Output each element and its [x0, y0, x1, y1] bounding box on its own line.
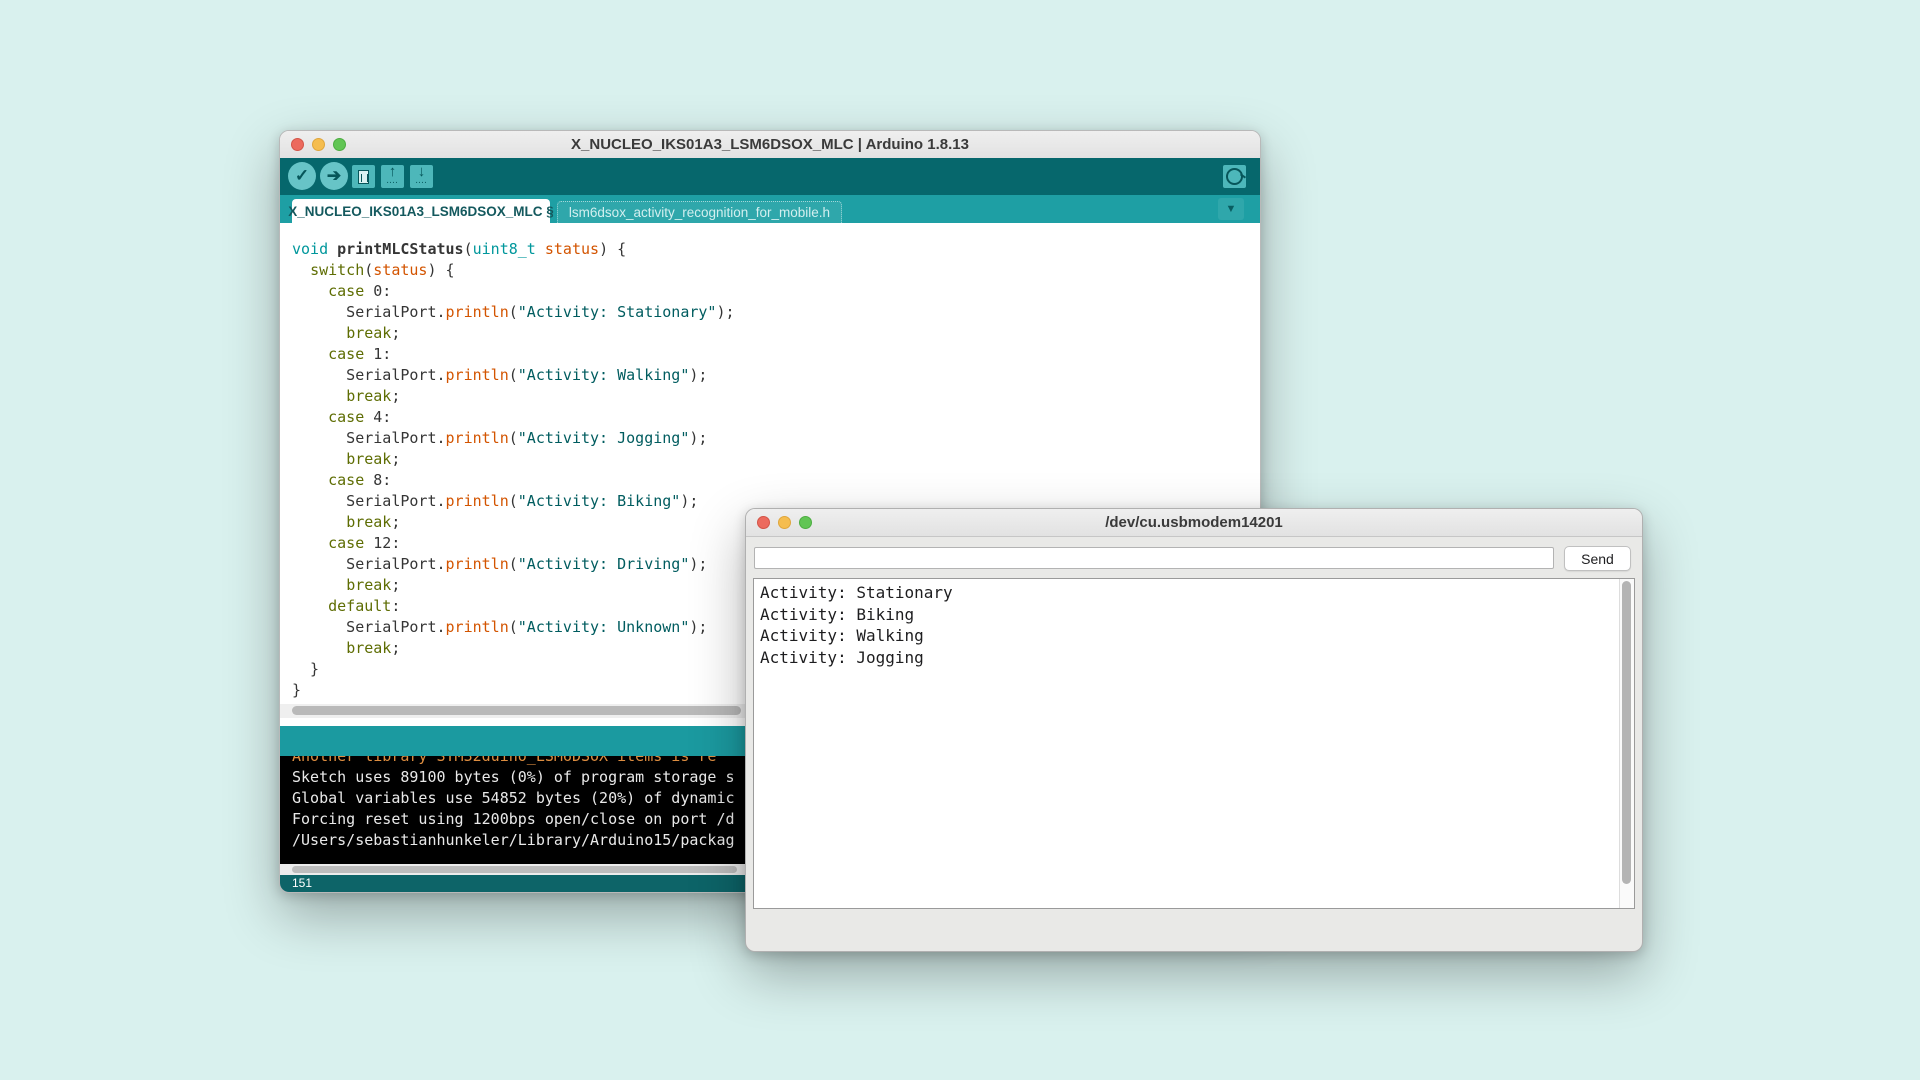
check-icon: ✓	[295, 166, 309, 186]
ide-traffic-lights	[291, 138, 346, 151]
monitor-titlebar[interactable]: /dev/cu.usbmodem14201	[746, 509, 1642, 537]
serial-monitor-window: /dev/cu.usbmodem14201 Send Activity: Sta…	[745, 508, 1643, 952]
scrollbar-thumb[interactable]	[292, 706, 741, 715]
monitor-traffic-lights	[757, 516, 812, 529]
zoom-button[interactable]	[799, 516, 812, 529]
minimize-button[interactable]	[778, 516, 791, 529]
arrow-up-icon: ↑ ....	[387, 166, 399, 187]
close-button[interactable]	[291, 138, 304, 151]
ide-toolbar: ✓ ➔ ↑ .... ↓ ....	[280, 158, 1260, 195]
serial-output-area[interactable]: Activity: StationaryActivity: BikingActi…	[753, 578, 1635, 909]
new-sketch-button[interactable]	[352, 165, 375, 188]
serial-output-line: Activity: Biking	[760, 604, 1634, 626]
monitor-bottom-bar: ✓ Autoscroll Show timestamp Carriage ret…	[746, 909, 1642, 951]
serial-vertical-scrollbar[interactable]	[1619, 579, 1634, 908]
document-icon	[358, 170, 369, 184]
code-line: case 8:	[292, 470, 1260, 491]
code-line: SerialPort.println("Activity: Jogging");	[292, 428, 1260, 449]
send-button-label: Send	[1581, 551, 1614, 567]
scrollbar-thumb[interactable]	[292, 866, 737, 873]
close-button[interactable]	[757, 516, 770, 529]
code-line: case 4:	[292, 407, 1260, 428]
serial-output-lines: Activity: StationaryActivity: BikingActi…	[754, 579, 1634, 668]
chevron-down-icon: ▼	[1226, 203, 1237, 215]
magnifier-icon	[1226, 168, 1243, 185]
code-line: case 1:	[292, 344, 1260, 365]
serial-monitor-button[interactable]	[1223, 165, 1246, 188]
cursor-line-number: 151	[292, 876, 312, 890]
code-line: break;	[292, 449, 1260, 470]
arrow-right-icon: ➔	[327, 166, 341, 186]
code-line: switch(status) {	[292, 260, 1260, 281]
monitor-window-title: /dev/cu.usbmodem14201	[1105, 514, 1283, 531]
serial-output-line: Activity: Jogging	[760, 647, 1634, 669]
code-line: SerialPort.println("Activity: Stationary…	[292, 302, 1260, 323]
serial-output-line: Activity: Stationary	[760, 582, 1634, 604]
tab-sketch[interactable]: X_NUCLEO_IKS01A3_LSM6DSOX_MLC §	[292, 199, 550, 223]
code-line: break;	[292, 386, 1260, 407]
ide-titlebar[interactable]: X_NUCLEO_IKS01A3_LSM6DSOX_MLC | Arduino …	[280, 131, 1260, 159]
minimize-button[interactable]	[312, 138, 325, 151]
zoom-button[interactable]	[333, 138, 346, 151]
code-line: SerialPort.println("Activity: Walking");	[292, 365, 1260, 386]
serial-output-line: Activity: Walking	[760, 625, 1634, 647]
tab-header-file[interactable]: lsm6dsox_activity_recognition_for_mobile…	[557, 201, 842, 223]
send-button[interactable]: Send	[1564, 546, 1631, 571]
ide-tab-strip: lsm6dsox_activity_recognition_for_mobile…	[280, 195, 1260, 223]
save-button[interactable]: ↓ ....	[410, 165, 433, 188]
upload-button[interactable]: ➔	[320, 162, 348, 190]
code-line: break;	[292, 323, 1260, 344]
ide-window-title: X_NUCLEO_IKS01A3_LSM6DSOX_MLC | Arduino …	[571, 136, 969, 153]
desktop: { "page": {"background": "#d9f1ee"}, "id…	[0, 0, 1920, 1080]
code-line: case 0:	[292, 281, 1260, 302]
verify-button[interactable]: ✓	[288, 162, 316, 190]
code-line: void printMLCStatus(uint8_t status) {	[292, 239, 1260, 260]
open-button[interactable]: ↑ ....	[381, 165, 404, 188]
tab-menu-button[interactable]: ▼	[1218, 198, 1244, 220]
arrow-down-icon: ↓ ....	[416, 166, 428, 187]
serial-send-input[interactable]	[754, 547, 1554, 569]
scrollbar-thumb[interactable]	[1622, 581, 1631, 884]
